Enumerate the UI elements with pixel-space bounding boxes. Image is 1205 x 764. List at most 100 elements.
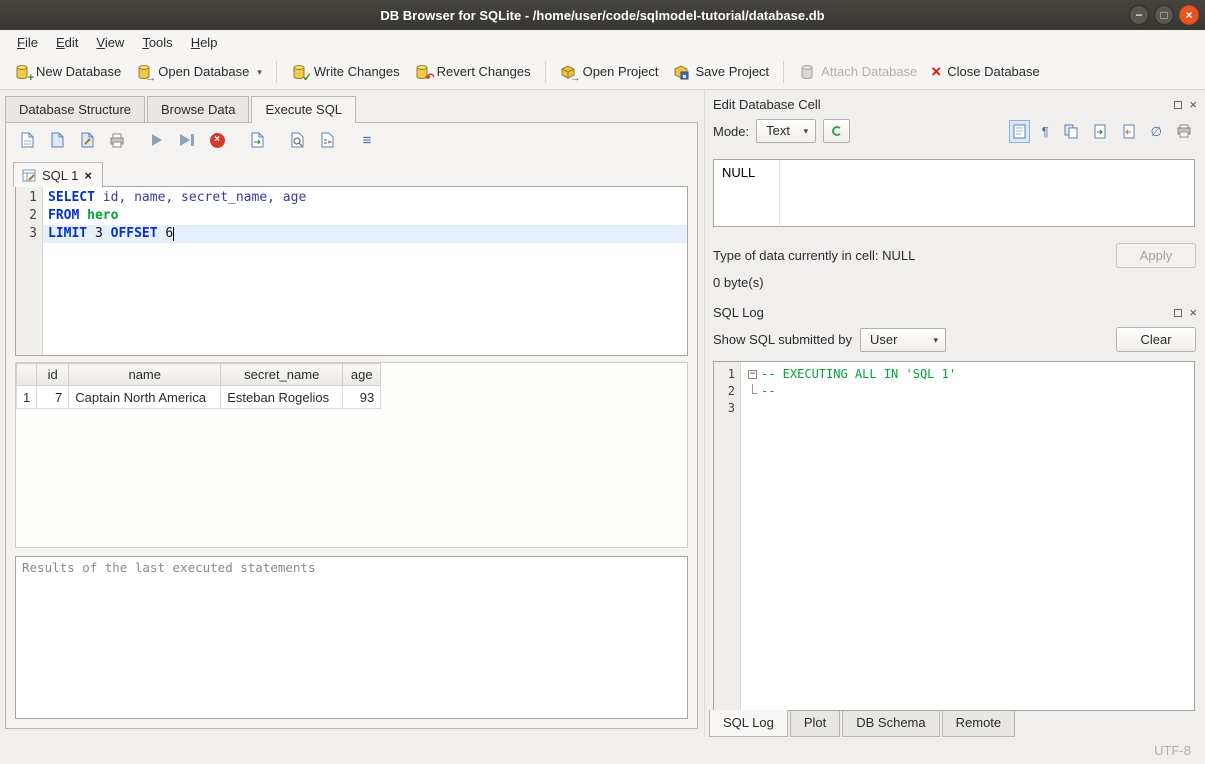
- execute-current-line-icon[interactable]: [174, 128, 200, 152]
- cell-secret-name[interactable]: Esteban Rogelios: [221, 386, 343, 409]
- menu-edit[interactable]: Edit: [47, 32, 87, 53]
- cell-age[interactable]: 93: [343, 386, 381, 409]
- execute-all-icon[interactable]: [144, 128, 170, 152]
- copy-data-icon[interactable]: [1061, 121, 1081, 142]
- encoding-indicator[interactable]: UTF-8: [1154, 743, 1191, 758]
- format-sql-icon[interactable]: ≡: [354, 128, 380, 152]
- save-project-button[interactable]: Save Project: [665, 59, 776, 84]
- window-controls: − □ ×: [1129, 5, 1199, 25]
- auto-apply-button[interactable]: [823, 119, 850, 143]
- close-database-button[interactable]: × Close Database: [924, 59, 1046, 84]
- import-data-icon[interactable]: [1090, 121, 1110, 142]
- tab-db-schema[interactable]: DB Schema: [842, 711, 939, 737]
- tab-execute-sql[interactable]: Execute SQL: [251, 96, 356, 123]
- log-filter-value: User: [870, 332, 897, 347]
- apply-button[interactable]: Apply: [1116, 243, 1196, 268]
- close-dock-icon[interactable]: ×: [1189, 309, 1197, 317]
- text-cursor: [173, 227, 174, 241]
- toolbar-separator: [276, 61, 277, 83]
- log-filter-select[interactable]: User ▾: [860, 328, 946, 352]
- table-row[interactable]: 1 7 Captain North America Esteban Rogeli…: [17, 386, 381, 409]
- float-dock-icon[interactable]: [1174, 309, 1182, 317]
- close-tab-icon[interactable]: ×: [84, 168, 92, 183]
- print-cell-icon[interactable]: [1174, 121, 1195, 141]
- results-grid[interactable]: id name secret_name age 1 7 Captain Nort…: [15, 362, 688, 548]
- column-header-age[interactable]: age: [343, 364, 381, 386]
- sql-keyword: LIMIT: [48, 226, 87, 241]
- column-header-secret-name[interactable]: secret_name: [221, 364, 343, 386]
- sql-keyword: SELECT: [48, 190, 95, 205]
- attach-database-button[interactable]: Attach Database: [791, 59, 924, 84]
- menu-help[interactable]: Help: [182, 32, 227, 53]
- edit-cell-dock-header: Edit Database Cell ×: [705, 90, 1205, 116]
- sql-code-area[interactable]: SELECT id, name, secret_name, age FROM h…: [43, 187, 687, 355]
- dock-controls: ×: [1174, 101, 1197, 109]
- line-number: 3: [714, 400, 735, 417]
- cell-id[interactable]: 7: [37, 386, 69, 409]
- maximize-button[interactable]: □: [1154, 5, 1174, 25]
- main-toolbar: + New Database → Open Database ▾ ✓ Write…: [0, 54, 1205, 90]
- cell-size-info: 0 byte(s): [705, 268, 1205, 298]
- auto-apply-icon: [832, 126, 842, 136]
- corner-header: [17, 364, 37, 386]
- open-database-dropdown-icon[interactable]: ▾: [257, 67, 262, 80]
- open-sql-file-icon[interactable]: [14, 128, 40, 152]
- log-text: --: [761, 383, 775, 400]
- save-sql-file-icon[interactable]: [44, 128, 70, 152]
- save-sql-as-icon[interactable]: [74, 128, 100, 152]
- tab-remote[interactable]: Remote: [942, 711, 1016, 737]
- sql-file-icon: [22, 169, 36, 182]
- column-header-id[interactable]: id: [37, 364, 69, 386]
- word-wrap-icon[interactable]: ¶: [1039, 122, 1052, 141]
- line-number: 3: [16, 225, 37, 243]
- sql-editor-tab[interactable]: SQL 1 ×: [13, 162, 103, 187]
- clear-log-button[interactable]: Clear: [1116, 327, 1196, 352]
- right-pane: Edit Database Cell × Mode: Text ▾: [704, 90, 1205, 737]
- find-icon[interactable]: [284, 128, 310, 152]
- menu-view[interactable]: View: [87, 32, 133, 53]
- tab-database-structure[interactable]: Database Structure: [5, 96, 145, 122]
- float-dock-icon[interactable]: [1174, 101, 1182, 109]
- cell-editor[interactable]: NULL: [713, 159, 1195, 227]
- toolbar-separator: [783, 61, 784, 83]
- titlebar[interactable]: DB Browser for SQLite - /home/user/code/…: [0, 0, 1205, 30]
- menu-tools[interactable]: Tools: [133, 32, 181, 53]
- mode-select[interactable]: Text ▾: [756, 119, 816, 143]
- export-results-icon[interactable]: [244, 128, 270, 152]
- print-sql-icon[interactable]: [104, 128, 130, 152]
- minimize-button[interactable]: −: [1129, 5, 1149, 25]
- revert-changes-button[interactable]: ↶ Revert Changes: [407, 59, 538, 84]
- edit-cell-title: Edit Database Cell: [713, 97, 1174, 112]
- menu-file[interactable]: File: [8, 32, 47, 53]
- cell-name[interactable]: Captain North America: [69, 386, 221, 409]
- export-data-icon[interactable]: [1119, 121, 1139, 142]
- tab-browse-data[interactable]: Browse Data: [147, 96, 249, 122]
- write-changes-icon: ✓: [291, 63, 308, 80]
- write-changes-button[interactable]: ✓ Write Changes: [284, 59, 407, 84]
- cell-type-info: Type of data currently in cell: NULL: [713, 248, 915, 263]
- set-null-icon[interactable]: ∅: [1148, 122, 1165, 141]
- stop-execution-icon[interactable]: ×: [204, 128, 230, 152]
- open-project-icon: →: [560, 63, 577, 80]
- tab-sql-log[interactable]: SQL Log: [709, 710, 788, 737]
- log-line-1: − -- EXECUTING ALL IN 'SQL 1': [741, 366, 1194, 383]
- sql-log-dock-header: SQL Log ×: [705, 298, 1205, 324]
- close-window-button[interactable]: ×: [1179, 5, 1199, 25]
- line-number: 1: [16, 189, 37, 207]
- line-number: 2: [714, 383, 735, 400]
- log-filter-label: Show SQL submitted by: [713, 332, 852, 347]
- sql-table-name: hero: [79, 208, 118, 223]
- collapse-icon[interactable]: −: [748, 370, 757, 379]
- tab-plot[interactable]: Plot: [790, 711, 840, 737]
- mode-value: Text: [766, 123, 790, 138]
- new-database-button[interactable]: + New Database: [6, 59, 128, 84]
- open-project-button[interactable]: → Open Project: [553, 59, 666, 84]
- auto-complete-icon[interactable]: [314, 128, 340, 152]
- column-header-name[interactable]: name: [69, 364, 221, 386]
- text-view-icon[interactable]: [1009, 120, 1030, 143]
- close-dock-icon[interactable]: ×: [1189, 101, 1197, 109]
- sql-log-viewer[interactable]: 1 2 3 − -- EXECUTING ALL IN 'SQL 1' --: [713, 361, 1195, 711]
- sql-editor[interactable]: 1 2 3 SELECT id, name, secret_name, age …: [15, 186, 688, 356]
- cell-type-row: Type of data currently in cell: NULL App…: [705, 235, 1205, 268]
- open-database-button[interactable]: → Open Database ▾: [128, 59, 269, 84]
